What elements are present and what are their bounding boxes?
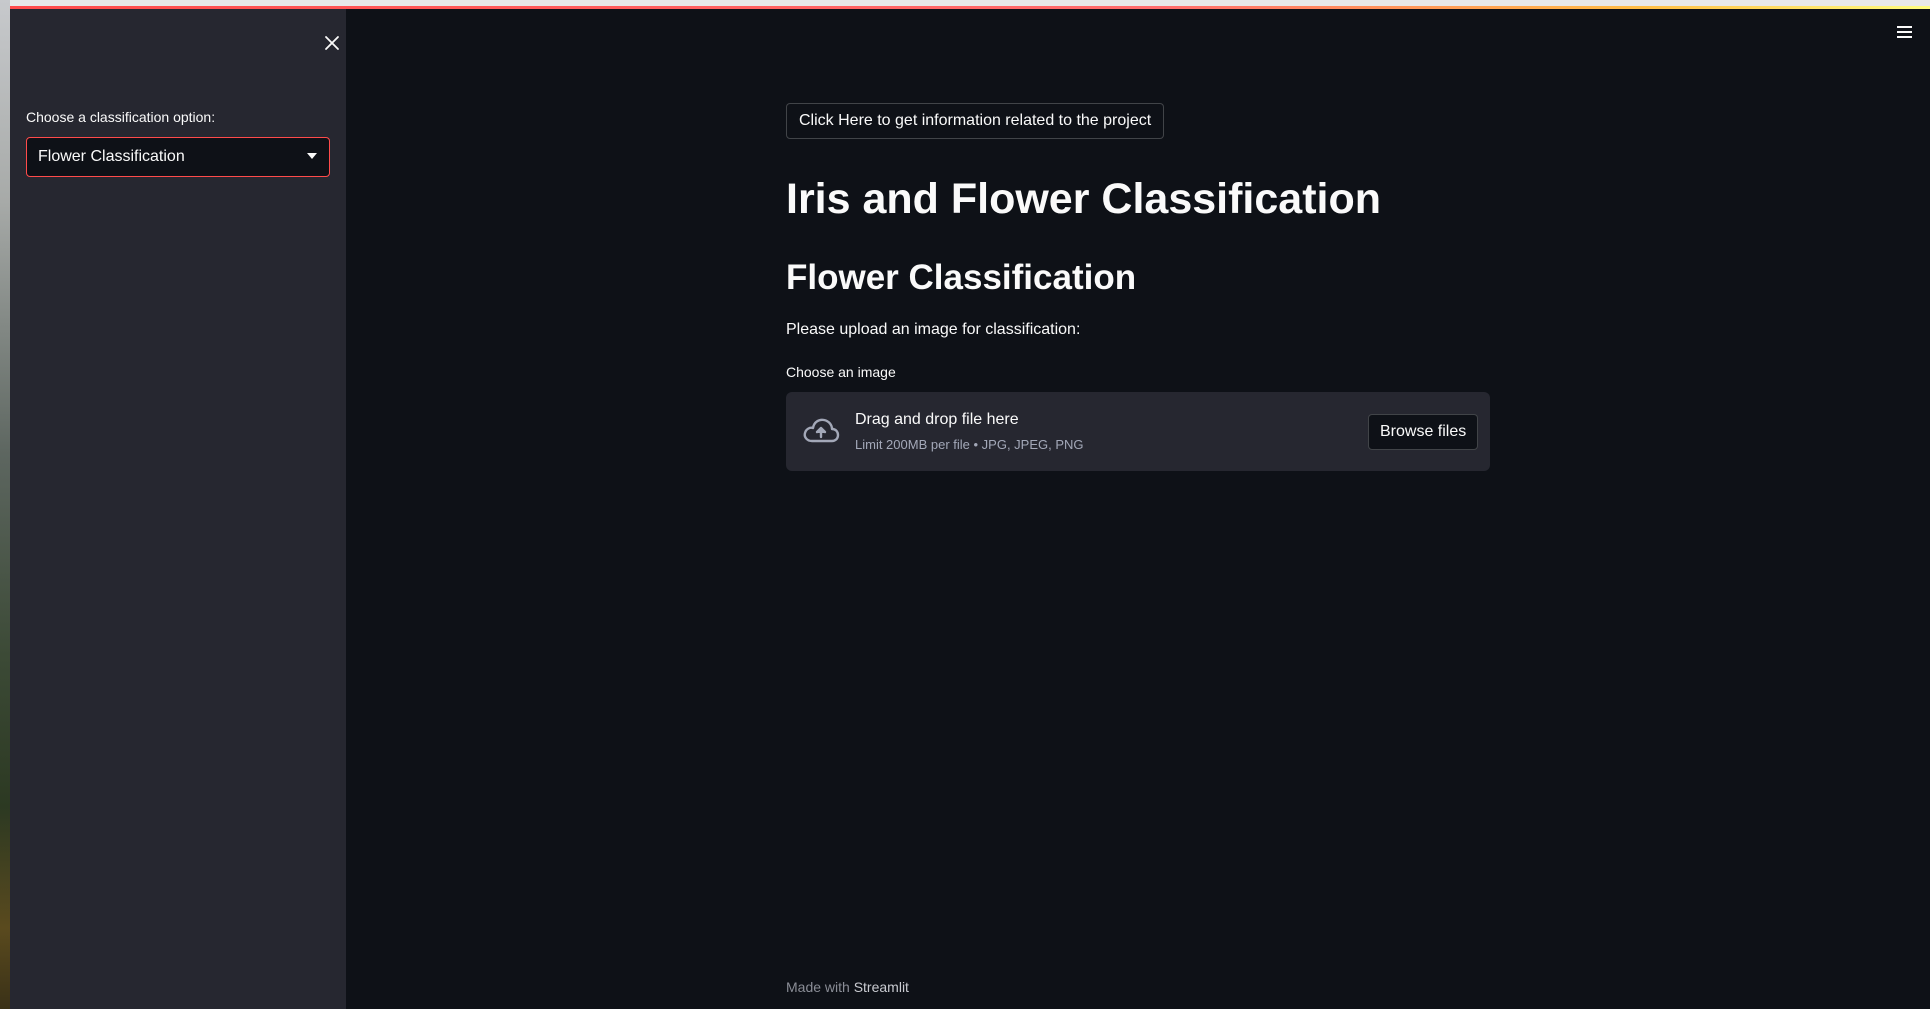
footer: Made with Streamlit — [786, 979, 909, 995]
project-info-button[interactable]: Click Here to get information related to… — [786, 103, 1165, 139]
app-window: Choose a classification option: Flower C… — [0, 0, 1930, 1009]
page-title: Iris and Flower Classification — [786, 175, 1381, 223]
dropzone-title: Drag and drop file here — [855, 411, 1019, 428]
hamburger-menu-icon — [1897, 31, 1912, 33]
close-sidebar-button[interactable] — [312, 23, 352, 63]
upload-prompt-text: Please upload an image for classificatio… — [786, 321, 1081, 338]
browse-files-button[interactable]: Browse files — [1368, 414, 1479, 450]
file-dropzone[interactable]: Drag and drop file here Limit 200MB per … — [786, 392, 1490, 471]
cloud-upload-icon — [803, 418, 840, 443]
hamburger-menu-icon — [1897, 36, 1912, 38]
close-icon — [325, 36, 339, 50]
section-title: Flower Classification — [786, 258, 1137, 297]
dropzone-limits: Limit 200MB per file • JPG, JPEG, PNG — [855, 437, 1084, 452]
caret-down-icon — [307, 153, 317, 159]
uploader-label: Choose an image — [786, 364, 896, 380]
classification-select-label: Choose a classification option: — [26, 109, 216, 125]
classification-select-value: Flower Classification — [38, 148, 185, 165]
main-menu-button[interactable] — [1895, 22, 1915, 42]
hamburger-menu-icon — [1897, 26, 1912, 28]
classification-select[interactable]: Flower Classification — [26, 137, 330, 177]
desktop-wallpaper-strip — [0, 0, 10, 1009]
footer-made-with: Made with — [786, 979, 854, 995]
streamlit-link[interactable]: Streamlit — [854, 979, 909, 995]
sidebar: Choose a classification option: Flower C… — [10, 9, 346, 1009]
